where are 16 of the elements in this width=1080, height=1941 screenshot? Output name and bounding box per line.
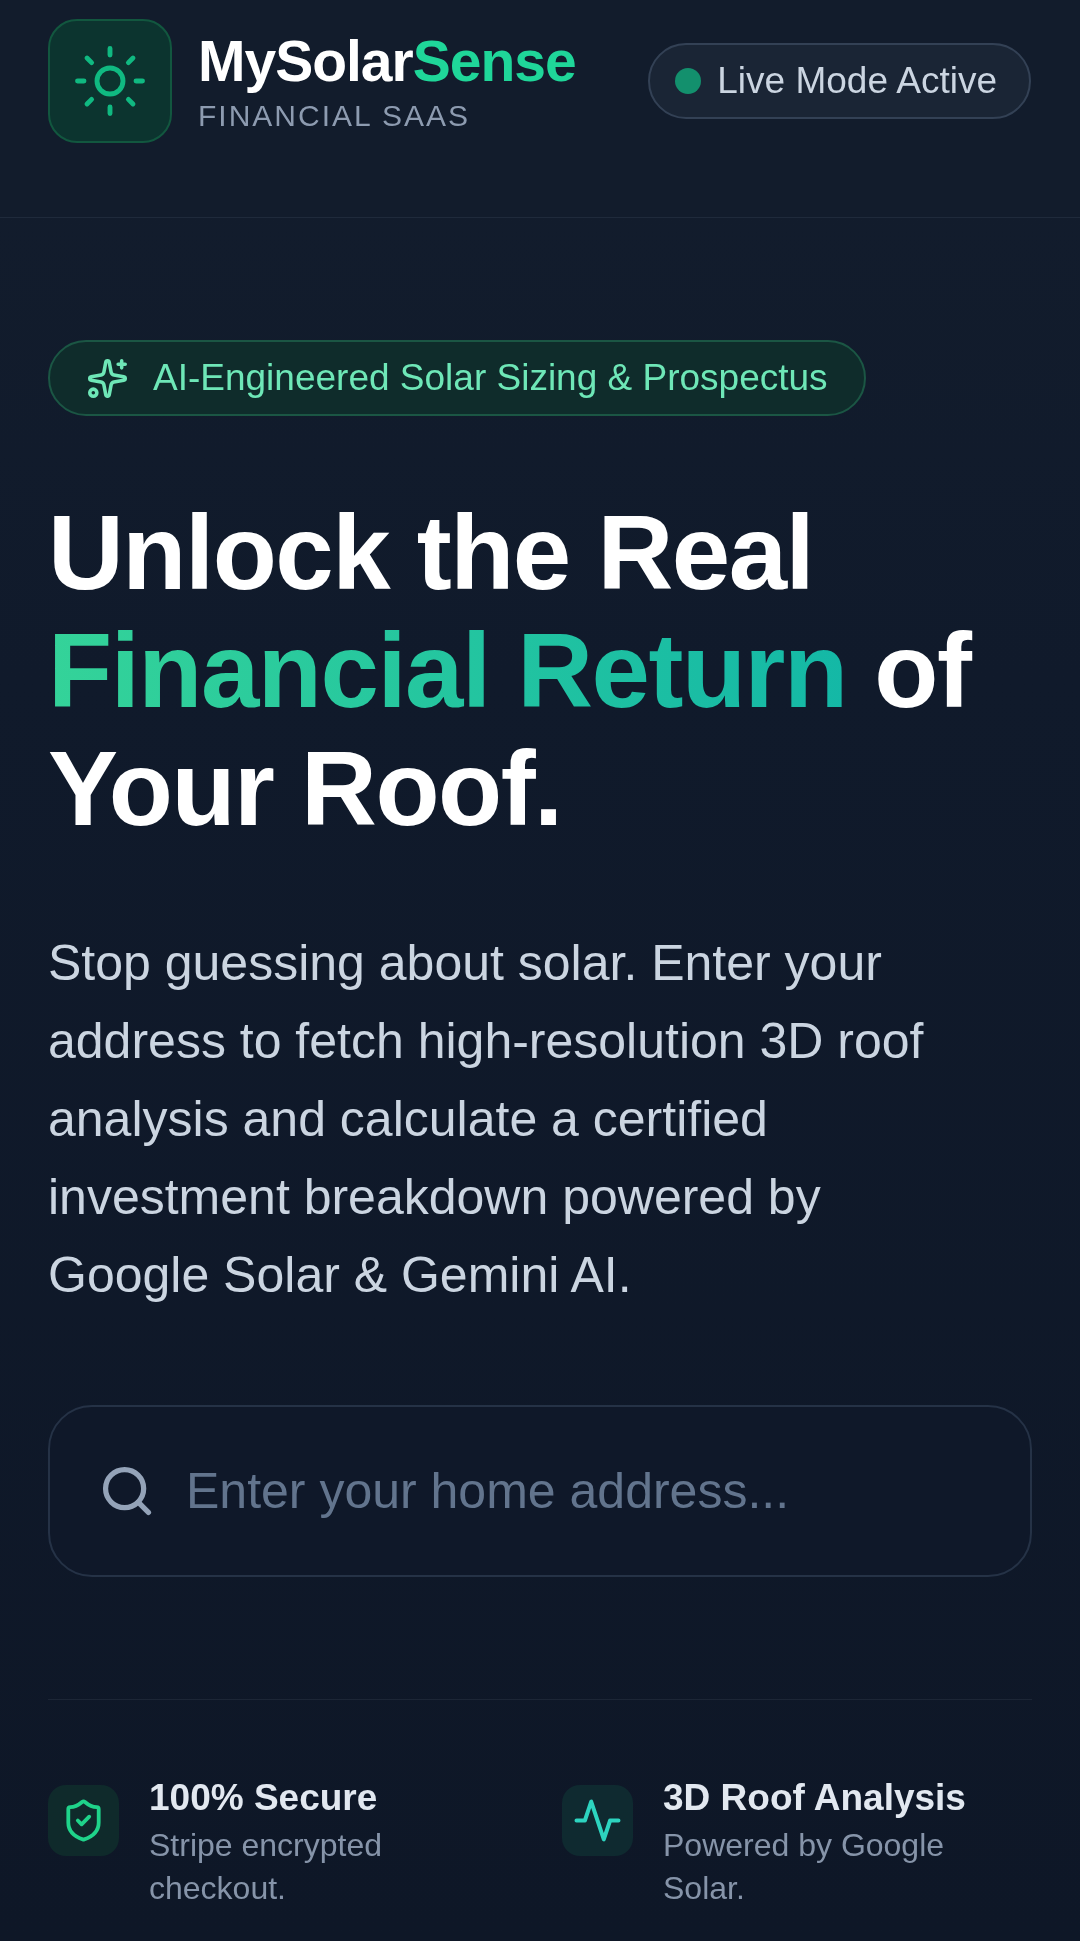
announcement-text: AI-Engineered Solar Sizing & Prospectus [153,357,828,399]
pulse-icon [562,1785,633,1856]
sun-icon [48,19,172,143]
search-icon [102,1466,152,1516]
feature-title: 100% Secure [149,1776,379,1820]
hero-headline: Unlock the Real Financial Return of Your Roof. [48,494,974,848]
feature-title: 3D Roof Analysis [663,1776,967,1820]
status-label: Live Mode Active [717,60,997,102]
brand-tagline: FINANCIAL SAAS [198,98,471,134]
feature-subtitle: Stripe encrypted checkout. [149,1826,383,1908]
hero-description: Stop guessing about solar. Enter your address to fetch high-resolution 3D roof analysis and calculate a certified investment breakdown powered by Google Solar & Gemini AI. [48,934,925,1305]
feature-subtitle: Powered by Google Solar. [663,1826,946,1908]
address-search-field[interactable]: Enter your home address... [48,1405,1032,1577]
sparkle-icon [88,358,127,398]
shield-check-icon [48,1785,119,1856]
brand-name: MySolarSense [198,28,576,94]
